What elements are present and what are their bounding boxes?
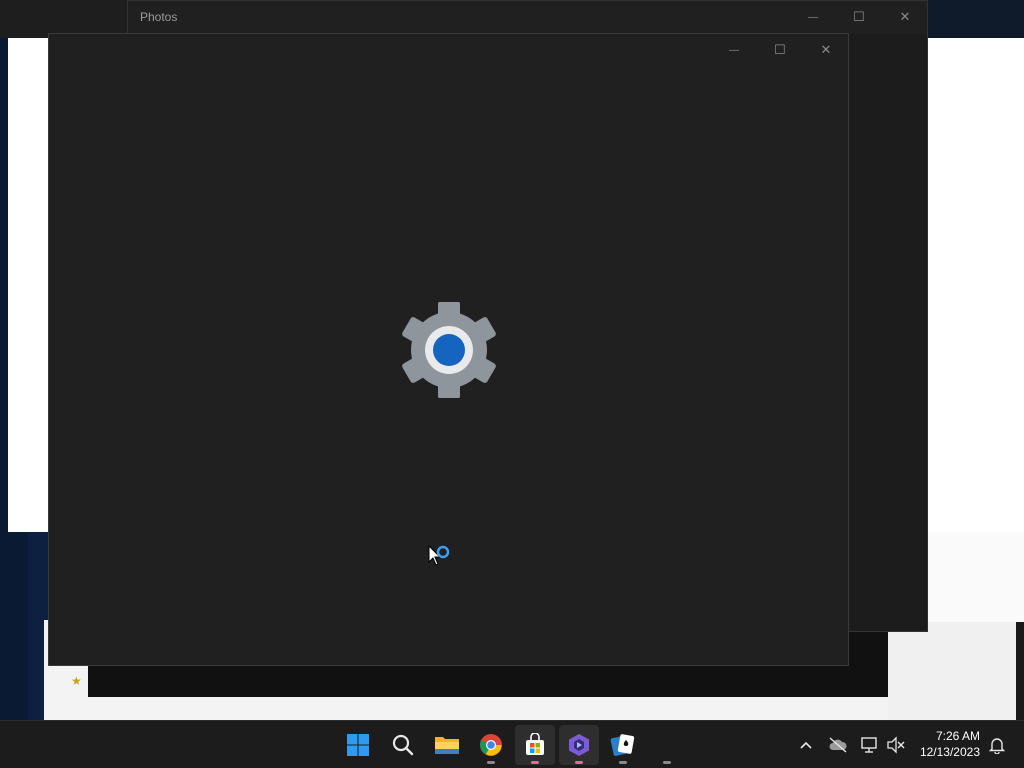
minimize-button[interactable]: — xyxy=(790,1,836,33)
maximize-icon: ☐ xyxy=(774,42,786,57)
network-icon xyxy=(861,737,877,753)
notifications-button[interactable] xyxy=(985,733,1009,757)
search-button[interactable] xyxy=(383,725,423,765)
close-button[interactable]: ✕ xyxy=(882,1,928,33)
running-indicator xyxy=(619,761,627,764)
chevron-up-icon xyxy=(800,741,812,749)
onedrive-button[interactable] xyxy=(826,733,850,757)
app-splash-window[interactable]: — ☐ ✕ xyxy=(48,33,849,666)
start-button[interactable] xyxy=(338,725,378,765)
chrome-icon xyxy=(480,734,502,756)
busy-cursor-icon xyxy=(428,544,450,566)
bell-icon xyxy=(988,738,1006,754)
running-indicator xyxy=(575,761,583,764)
minimize-icon: — xyxy=(808,11,818,23)
minimize-icon: — xyxy=(729,44,739,56)
window-title: Photos xyxy=(140,10,178,24)
chrome-button[interactable] xyxy=(471,725,511,765)
star-icon: ★ xyxy=(71,674,82,688)
cloud-offline-icon xyxy=(829,737,847,753)
folder-icon xyxy=(435,737,459,754)
solitaire-icon xyxy=(610,734,635,756)
windows-logo-icon xyxy=(347,734,369,756)
minimize-button[interactable]: — xyxy=(711,34,757,66)
network-button[interactable] xyxy=(857,733,881,757)
running-indicator xyxy=(487,761,495,764)
background-window xyxy=(888,622,1016,720)
clipchamp-icon xyxy=(569,734,589,756)
maximize-icon: ☐ xyxy=(853,9,865,24)
settings-gear-icon xyxy=(402,302,496,398)
solitaire-button[interactable] xyxy=(603,725,643,765)
background-window xyxy=(928,532,1024,622)
maximize-button[interactable]: ☐ xyxy=(757,34,803,66)
close-button[interactable]: ✕ xyxy=(803,34,849,66)
maximize-button[interactable]: ☐ xyxy=(836,1,882,33)
taskbar-indicator xyxy=(663,761,671,764)
background-window xyxy=(8,38,52,532)
background-window-edge xyxy=(1016,622,1024,720)
file-explorer-button[interactable] xyxy=(427,725,467,765)
clock-date[interactable]: 12/13/2023 xyxy=(900,745,980,759)
clock-time[interactable]: 7:26 AM xyxy=(900,729,980,743)
desktop: ★ Photos — ☐ ✕ — ☐ ✕ 7:26 AM 12/13/2023 xyxy=(0,0,1024,768)
clipchamp-button[interactable] xyxy=(559,725,599,765)
photos-titlebar[interactable]: Photos — ☐ ✕ xyxy=(128,1,927,34)
show-hidden-icons-button[interactable] xyxy=(794,733,818,757)
taskbar: 7:26 AM 12/13/2023 xyxy=(0,720,1024,768)
close-icon: ✕ xyxy=(820,42,832,57)
store-icon xyxy=(526,733,544,755)
running-indicator xyxy=(531,761,539,764)
store-button[interactable] xyxy=(515,725,555,765)
search-icon xyxy=(392,734,414,756)
close-icon: ✕ xyxy=(899,9,911,24)
